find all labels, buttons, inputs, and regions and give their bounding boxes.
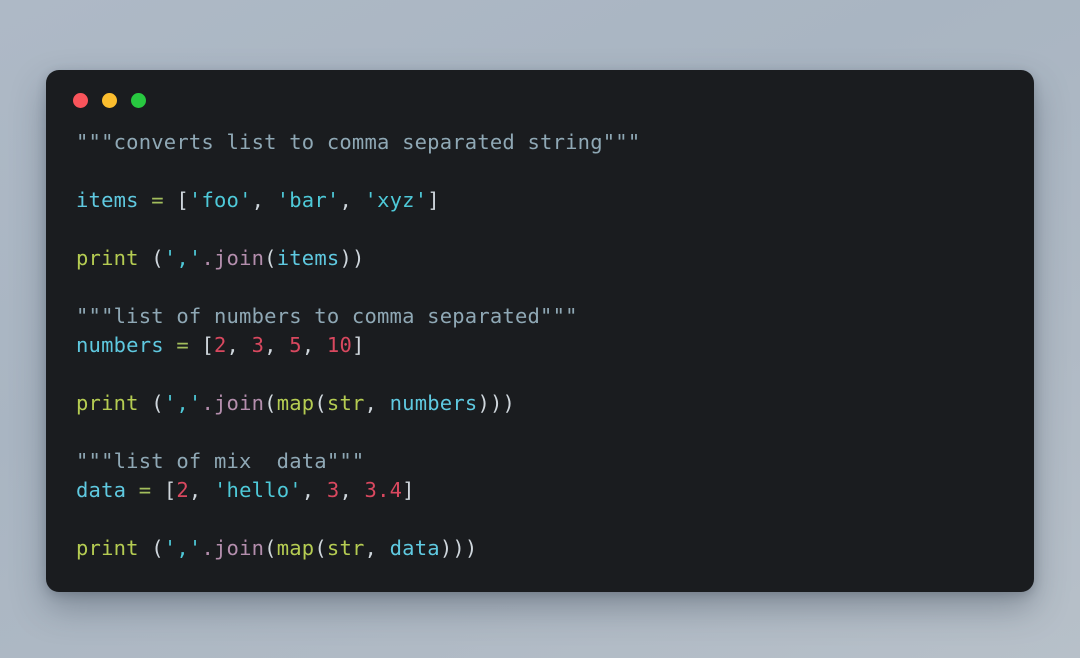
code-line-5: print (','.join(items)) xyxy=(76,244,1004,273)
join-method-2: .join xyxy=(201,391,265,415)
variable-data: data xyxy=(76,478,127,502)
python-code-block[interactable]: """converts list to comma separated stri… xyxy=(76,128,1004,563)
paren-open-6: ( xyxy=(138,536,164,560)
separator-string-2: ',' xyxy=(163,391,202,415)
bracket-open-3: [ xyxy=(163,478,177,502)
paren-open-8: ( xyxy=(314,536,327,560)
print-call-3: print xyxy=(76,536,139,560)
code-window-card: """converts list to comma separated stri… xyxy=(46,70,1034,592)
arg-numbers: numbers xyxy=(389,391,478,415)
code-line-7: """list of numbers to comma separated""" xyxy=(76,302,1004,331)
str-call-2: str xyxy=(326,536,365,560)
code-line-8: numbers = [2, 3, 5, 10] xyxy=(76,331,1004,360)
paren-close-3: ))) xyxy=(439,536,478,560)
string-hello: 'hello' xyxy=(214,478,302,502)
comma-7: , xyxy=(188,478,214,502)
arg-data: data xyxy=(389,536,440,560)
code-line-1: """converts list to comma separated stri… xyxy=(76,128,1004,157)
str-call-1: str xyxy=(326,391,365,415)
string-bar: 'bar' xyxy=(276,188,340,212)
docstring-3: """list of mix data""" xyxy=(76,449,365,473)
comma-1: , xyxy=(251,188,277,212)
separator-string-3: ',' xyxy=(163,536,202,560)
separator-string-1: ',' xyxy=(163,246,202,270)
code-line-12: """list of mix data""" xyxy=(76,447,1004,476)
code-line-10: print (','.join(map(str, numbers))) xyxy=(76,389,1004,418)
map-call-1: map xyxy=(276,391,315,415)
maximize-window-icon[interactable] xyxy=(131,92,146,108)
number-2: 2 xyxy=(213,333,227,357)
minimize-window-icon[interactable] xyxy=(102,92,117,108)
code-line-15: print (','.join(map(str, data))) xyxy=(76,534,1004,563)
code-line-3: items = ['foo', 'bar', 'xyz'] xyxy=(76,186,1004,215)
comma-6: , xyxy=(364,391,390,415)
bracket-open-2: [ xyxy=(201,333,214,357)
arg-items: items xyxy=(276,246,340,270)
print-call-1: print xyxy=(76,246,139,270)
print-call-2: print xyxy=(76,391,139,415)
assign-operator: = xyxy=(151,188,164,212)
paren-close-1: )) xyxy=(339,246,365,270)
number-2-b: 2 xyxy=(176,478,189,502)
number-3-b: 3 xyxy=(326,478,340,502)
bracket-close-3: ] xyxy=(402,478,415,502)
paren-open-5: ( xyxy=(314,391,327,415)
code-viewport[interactable]: """converts list to comma separated stri… xyxy=(46,128,1034,592)
paren-open-3: ( xyxy=(138,391,164,415)
comma-3: , xyxy=(226,333,252,357)
variable-items: items xyxy=(76,188,139,212)
paren-open-7: ( xyxy=(264,536,277,560)
comma-8: , xyxy=(301,478,327,502)
comma-4: , xyxy=(264,333,290,357)
paren-open-4: ( xyxy=(264,391,277,415)
string-foo: 'foo' xyxy=(188,188,252,212)
paren-open-1: ( xyxy=(138,246,164,270)
docstring-2: """list of numbers to comma separated""" xyxy=(76,304,578,328)
variable-numbers: numbers xyxy=(76,333,164,357)
string-xyz: 'xyz' xyxy=(364,188,428,212)
comma-2: , xyxy=(339,188,365,212)
number-3: 3 xyxy=(251,333,265,357)
map-call-2: map xyxy=(276,536,315,560)
number-5: 5 xyxy=(289,333,302,357)
traffic-light-buttons xyxy=(73,92,146,108)
close-window-icon[interactable] xyxy=(73,92,88,108)
bracket-close: ] xyxy=(427,188,440,212)
paren-open-2: ( xyxy=(264,246,277,270)
number-10: 10 xyxy=(326,333,352,357)
docstring-1: """converts list to comma separated stri… xyxy=(76,130,641,154)
comma-10: , xyxy=(364,536,390,560)
join-method-3: .join xyxy=(201,536,265,560)
comma-5: , xyxy=(301,333,327,357)
number-3-4: 3.4 xyxy=(364,478,403,502)
comma-9: , xyxy=(339,478,365,502)
join-method-1: .join xyxy=(201,246,265,270)
code-line-13: data = [2, 'hello', 3, 3.4] xyxy=(76,476,1004,505)
assign-operator-2: = xyxy=(176,333,189,357)
bracket-open: [ xyxy=(176,188,189,212)
paren-close-2: ))) xyxy=(477,391,516,415)
assign-operator-3: = xyxy=(138,478,152,502)
bracket-close-2: ] xyxy=(352,333,365,357)
screen: """converts list to comma separated stri… xyxy=(0,0,1080,658)
window-titlebar xyxy=(46,70,1034,130)
